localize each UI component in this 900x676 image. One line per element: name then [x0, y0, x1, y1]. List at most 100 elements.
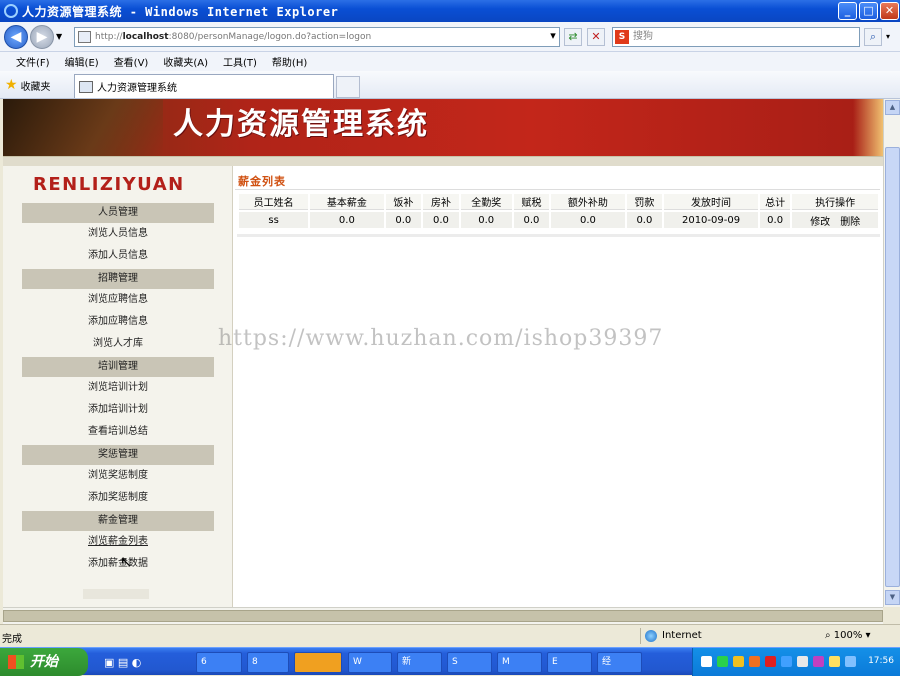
tray-icon[interactable]	[717, 656, 728, 667]
tray-icon[interactable]	[765, 656, 776, 667]
tab-page-icon	[79, 80, 93, 93]
col-attendance: 全勤奖	[460, 194, 512, 210]
minimize-button[interactable]: _	[838, 2, 857, 20]
address-dropdown-icon[interactable]: ▾	[544, 28, 562, 46]
forward-button[interactable]: ▶	[30, 25, 54, 49]
zoom-control[interactable]: ⌕ 100% ▾	[825, 628, 871, 644]
cell-attendance: 0.0	[460, 212, 512, 228]
cell-actions: 修改 删除	[792, 212, 878, 228]
menu-tools[interactable]: 工具(T)	[223, 54, 257, 69]
taskbar-item-9[interactable]: 经	[597, 652, 642, 673]
col-employee-name: 员工姓名	[239, 194, 309, 210]
search-options-icon[interactable]: ▾	[886, 32, 890, 41]
table-row: ss 0.0 0.0 0.0 0.0 0.0 0.0 0.0 2010-09-0…	[239, 212, 878, 228]
table-footer-bar	[237, 234, 880, 237]
cell-fine: 0.0	[626, 212, 663, 228]
col-actions: 执行操作	[792, 194, 878, 210]
browser-tab[interactable]: 人力资源管理系统	[74, 74, 334, 98]
sidebar-item-talent-pool[interactable]: 浏览人才库	[22, 334, 214, 354]
favorites-button[interactable]: ★ 收藏夹	[5, 77, 51, 93]
menu-help[interactable]: 帮助(H)	[272, 54, 307, 69]
col-total: 总计	[759, 194, 791, 210]
quick-launch-icons[interactable]: ▣ ▤ ◐	[104, 656, 141, 669]
banner-title: 人力资源管理系统	[173, 107, 429, 142]
sidebar-item-browse-applicants[interactable]: 浏览应聘信息	[22, 290, 214, 310]
refresh-icon[interactable]: ⇄	[564, 28, 582, 46]
history-dropdown-icon[interactable]: ▼	[56, 32, 62, 41]
cell-base: 0.0	[310, 212, 384, 228]
sidebar-item-browse-personnel[interactable]: 浏览人员信息	[22, 224, 214, 244]
menu-file[interactable]: 文件(F)	[16, 54, 50, 69]
menu-edit[interactable]: 编辑(E)	[65, 54, 99, 69]
menu-view[interactable]: 查看(V)	[114, 54, 149, 69]
taskbar-item-3[interactable]	[294, 652, 342, 673]
search-engine-icon: S	[615, 30, 629, 44]
sidebar-item-add-training-plan[interactable]: 添加培训计划	[22, 400, 214, 420]
menu-favorites[interactable]: 收藏夹(A)	[163, 54, 208, 69]
search-input[interactable]: S 搜狗	[612, 27, 860, 47]
tray-icon[interactable]	[797, 656, 808, 667]
vertical-scroll-thumb[interactable]	[885, 147, 900, 587]
tray-icon[interactable]	[829, 656, 840, 667]
new-tab-button[interactable]	[336, 76, 360, 98]
edit-link[interactable]: 修改	[810, 217, 830, 228]
banner-photo	[3, 99, 163, 156]
taskbar-item-1[interactable]: 6	[196, 652, 242, 673]
cell-name: ss	[239, 212, 309, 228]
tray-icon[interactable]	[813, 656, 824, 667]
stop-icon[interactable]: ✕	[587, 28, 605, 46]
scroll-up-icon[interactable]: ▲	[885, 100, 900, 115]
taskbar-item-4[interactable]: W	[348, 652, 392, 673]
zone-label: Internet	[662, 630, 702, 641]
taskbar-item-6[interactable]: S	[447, 652, 492, 673]
status-bar: 完成 Internet ⌕ 100% ▾	[0, 624, 900, 646]
watermark: https://www.huzhan.com/ishop39397	[218, 326, 664, 351]
sidebar-item-browse-training-plans[interactable]: 浏览培训计划	[22, 378, 214, 398]
cell-date: 2010-09-09	[664, 212, 758, 228]
sidebar-item-browse-salary[interactable]: 浏览薪金列表	[22, 532, 214, 552]
col-fine: 罚款	[626, 194, 663, 210]
horizontal-scrollbar[interactable]	[3, 607, 883, 624]
search-placeholder: 搜狗	[633, 31, 653, 42]
sidebar-section-recruitment: 招聘管理	[22, 269, 214, 289]
scroll-down-icon[interactable]: ▼	[885, 590, 900, 605]
horizontal-scroll-thumb[interactable]	[3, 610, 883, 622]
delete-link[interactable]: 删除	[840, 217, 860, 228]
vertical-scrollbar[interactable]: ▲ ▼	[883, 99, 900, 607]
start-button[interactable]: 开始	[0, 648, 88, 676]
security-zone: Internet	[640, 628, 702, 644]
taskbar-item-5[interactable]: 新	[397, 652, 442, 673]
mouse-cursor-icon: ↖	[120, 553, 133, 571]
maximize-button[interactable]: □	[859, 2, 878, 20]
clock: 17:56	[868, 656, 894, 666]
tray-icon[interactable]	[749, 656, 760, 667]
taskbar-item-2[interactable]: 8	[247, 652, 289, 673]
tray-icon[interactable]	[845, 656, 856, 667]
sidebar-item-training-summary[interactable]: 查看培训总结	[22, 422, 214, 442]
taskbar-item-8[interactable]: E	[547, 652, 592, 673]
tray-icon[interactable]	[781, 656, 792, 667]
page-icon	[78, 31, 91, 43]
back-button[interactable]: ◀	[4, 25, 28, 49]
tray-icon[interactable]	[701, 656, 712, 667]
taskbar-item-7[interactable]: M	[497, 652, 542, 673]
sidebar-item-browse-rewards[interactable]: 浏览奖惩制度	[22, 466, 214, 486]
sidebar-section-training: 培训管理	[22, 357, 214, 377]
ie-logo-icon	[4, 4, 18, 18]
sidebar: RENLIZIYUAN 人员管理 浏览人员信息 添加人员信息 招聘管理 浏览应聘…	[3, 166, 233, 607]
sidebar-item-add-applicant[interactable]: 添加应聘信息	[22, 312, 214, 332]
close-button[interactable]: ✕	[880, 2, 899, 20]
sidebar-item-add-personnel[interactable]: 添加人员信息	[22, 246, 214, 266]
address-host: localhost	[122, 32, 169, 42]
address-bar[interactable]: http:// localhost :8080/personManage/log…	[74, 27, 560, 47]
tray-icon[interactable]	[733, 656, 744, 667]
col-meal: 饭补	[385, 194, 422, 210]
banner-glow	[853, 99, 883, 156]
search-icon[interactable]: ⌕	[864, 28, 882, 46]
tab-title: 人力资源管理系统	[97, 83, 177, 94]
address-path: :8080/personManage/logon.do?action=logon	[168, 32, 372, 42]
window-title: 人力资源管理系统 - Windows Internet Explorer	[22, 4, 339, 19]
sidebar-item-add-reward[interactable]: 添加奖惩制度	[22, 488, 214, 508]
cell-total: 0.0	[759, 212, 791, 228]
sidebar-item-add-salary[interactable]: 添加薪金数据	[22, 554, 214, 574]
